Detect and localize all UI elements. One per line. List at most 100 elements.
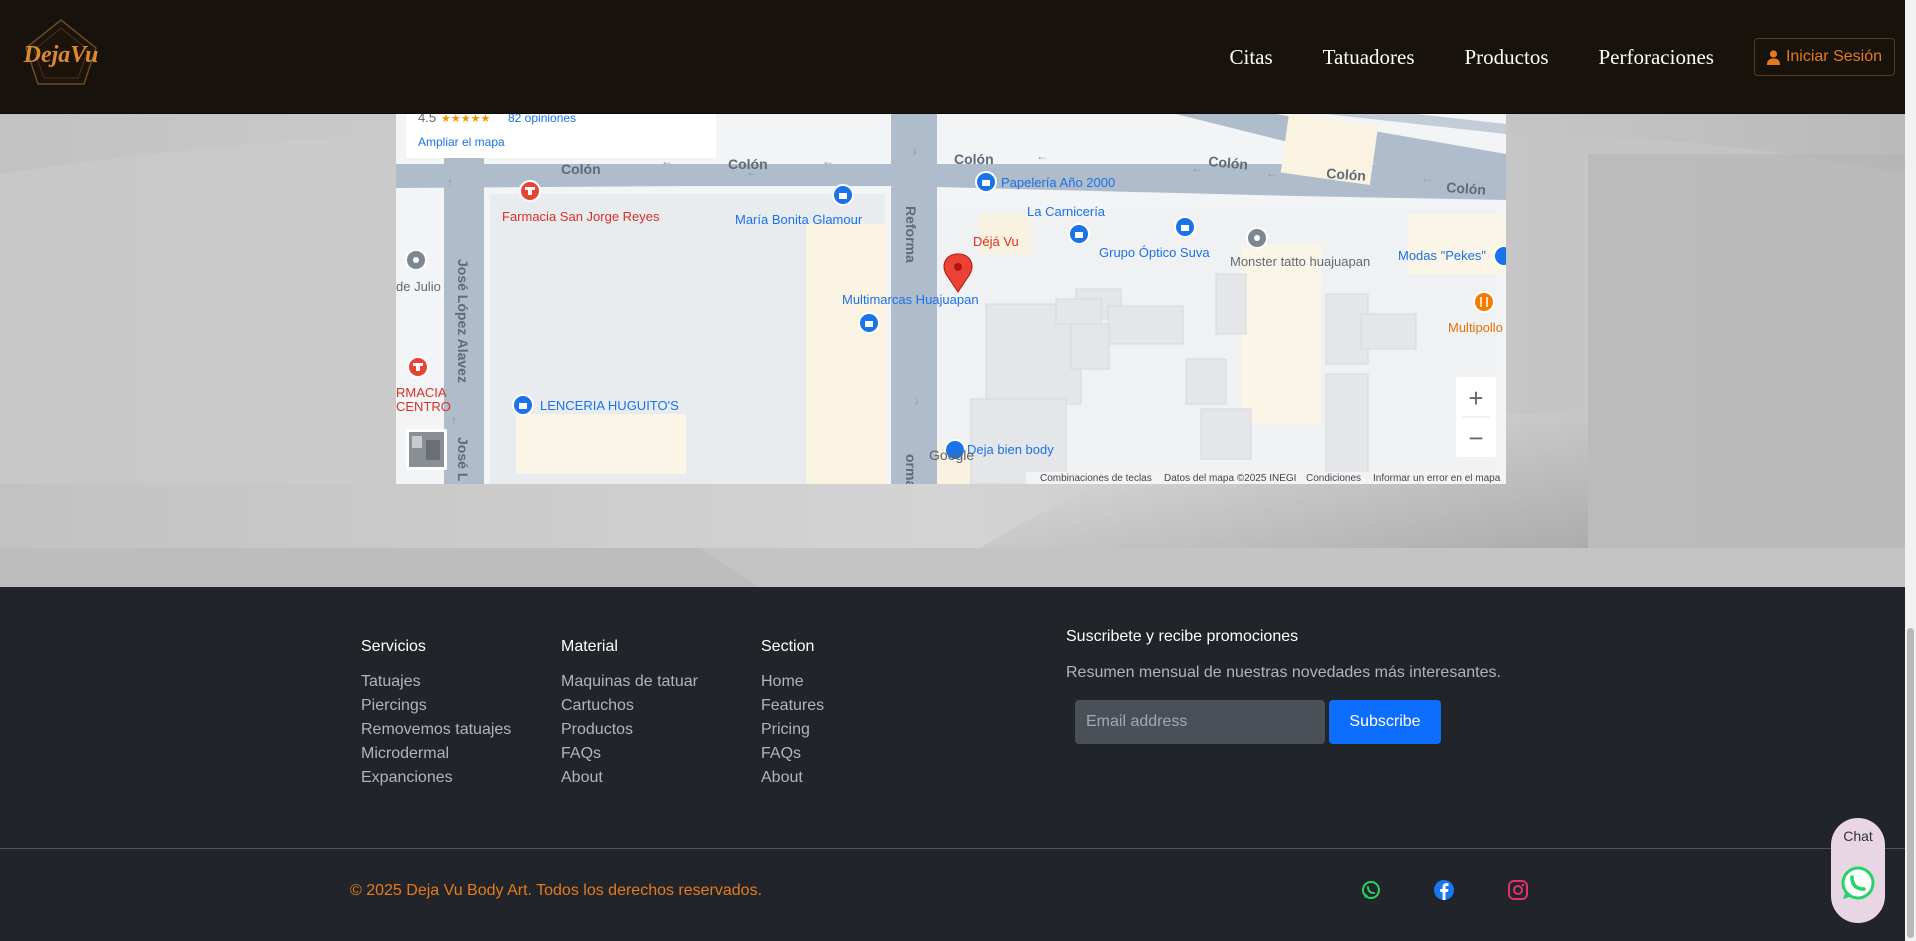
footer-link[interactable]: Piercings bbox=[361, 694, 511, 718]
newsletter: Suscribete y recibe promociones Resumen … bbox=[1066, 628, 1501, 744]
copyright: © 2025 Deja Vu Body Art. Todos los derec… bbox=[350, 882, 763, 899]
map-terms-link[interactable]: Condiciones bbox=[1306, 473, 1361, 484]
svg-text:←: ← bbox=[822, 154, 834, 168]
footer-link[interactable]: FAQs bbox=[761, 742, 824, 766]
logo-text: DejaVu bbox=[23, 42, 99, 68]
shop-pin-icon[interactable] bbox=[975, 171, 997, 193]
navbar: DejaVu Citas Tatuadores Productos Perfor… bbox=[0, 0, 1905, 114]
footer-column-material: Material Maquinas de tatuar Cartuchos Pr… bbox=[561, 638, 698, 790]
svg-text:↓: ↓ bbox=[912, 143, 918, 157]
chat-label: Chat bbox=[1843, 828, 1873, 844]
footer-link[interactable]: Microdermal bbox=[361, 742, 511, 766]
login-label: Iniciar Sesión bbox=[1785, 48, 1882, 65]
map-section: ← ← ← ← ← ← ← ↑ ↑ ↓ ↓ Colón Colón Colón Colón C… bbox=[0, 114, 1905, 587]
footer-link[interactable]: Removemos tatuajes bbox=[361, 718, 511, 742]
pharmacy-pin-icon[interactable] bbox=[407, 356, 429, 378]
scrollbar[interactable] bbox=[1905, 0, 1916, 941]
nav-link-citas[interactable]: Citas bbox=[1230, 45, 1273, 70]
footer-link[interactable]: About bbox=[561, 766, 698, 790]
zoom-controls[interactable]: + − bbox=[1456, 377, 1496, 457]
svg-text:←: ← bbox=[1191, 161, 1203, 175]
shop-pin-icon[interactable] bbox=[512, 394, 534, 416]
svg-text:←: ← bbox=[1036, 149, 1048, 163]
place-label: Papelería Año 2000 bbox=[1001, 175, 1115, 190]
footer-link[interactable]: FAQs bbox=[561, 742, 698, 766]
footer-link[interactable]: Features bbox=[761, 694, 824, 718]
whatsapp-icon[interactable] bbox=[1840, 865, 1876, 901]
street-label: José López Alavez bbox=[455, 259, 471, 383]
map-reviews-link[interactable]: 82 opiniones bbox=[508, 114, 576, 125]
newsletter-title: Suscribete y recibe promociones bbox=[1066, 628, 1299, 645]
footer-link[interactable]: Maquinas de tatuar bbox=[561, 670, 698, 694]
facebook-icon[interactable] bbox=[1433, 879, 1455, 901]
svg-text:★★★★★: ★★★★★ bbox=[441, 114, 490, 125]
place-label: La Carnicería bbox=[1027, 204, 1106, 219]
street-label: de Julio bbox=[396, 279, 441, 294]
place-label: Déjá Vu bbox=[973, 234, 1019, 249]
nav-link-tatuadores[interactable]: Tatuadores bbox=[1323, 45, 1415, 70]
street-label: Colón bbox=[728, 156, 768, 172]
zoom-out-button[interactable]: − bbox=[1468, 423, 1483, 453]
footer-link[interactable]: Productos bbox=[561, 718, 698, 742]
shop-pin-icon[interactable] bbox=[858, 312, 880, 334]
place-label: CENTRO bbox=[396, 399, 451, 414]
map-canvas[interactable]: ← ←← ←← ← ←↑↑ ↓↓ Colón Colón Colón Colón C… bbox=[396, 114, 1506, 484]
shop-pin-icon[interactable] bbox=[1068, 223, 1090, 245]
footer-link[interactable]: Tatuajes bbox=[361, 670, 511, 694]
logo[interactable]: DejaVu bbox=[20, 18, 102, 94]
chat-widget[interactable]: Chat bbox=[1831, 818, 1885, 923]
footer-link[interactable]: Expanciones bbox=[361, 766, 511, 790]
newsletter-description: Resumen mensual de nuestras novedades má… bbox=[1066, 664, 1501, 681]
nav-link-perforaciones[interactable]: Perforaciones bbox=[1599, 45, 1714, 70]
street-label: Colón bbox=[1446, 179, 1487, 198]
nav-link-productos[interactable]: Productos bbox=[1465, 45, 1549, 70]
footer-link[interactable]: Cartuchos bbox=[561, 694, 698, 718]
place-label: Monster tatto huajuapan bbox=[1230, 254, 1370, 269]
user-icon bbox=[1766, 49, 1780, 65]
google-logo: Google bbox=[929, 447, 974, 463]
pharmacy-pin-icon[interactable] bbox=[519, 180, 541, 202]
svg-text:←: ← bbox=[1421, 171, 1433, 185]
footer-link[interactable]: Home bbox=[761, 670, 824, 694]
footer-link[interactable]: About bbox=[761, 766, 824, 790]
footer-link[interactable]: Pricing bbox=[761, 718, 824, 742]
shop-pin-icon[interactable] bbox=[1493, 245, 1506, 267]
subscribe-button[interactable]: Subscribe bbox=[1329, 700, 1441, 744]
restaurant-pin-icon[interactable] bbox=[1473, 291, 1495, 313]
google-map[interactable]: ← ← ← ← ← ← ← ↑ ↑ ↓ ↓ Colón Colón Colón Colón C… bbox=[396, 114, 1506, 484]
footer-column-title: Servicios bbox=[361, 638, 426, 655]
place-label: María Bonita Glamour bbox=[735, 212, 863, 227]
place-pin-icon[interactable] bbox=[405, 249, 427, 271]
place-label: Farmacia San Jorge Reyes bbox=[502, 209, 660, 224]
place-label: Multipollo bbox=[1448, 320, 1503, 335]
street-label: José L bbox=[455, 437, 471, 482]
shop-pin-icon[interactable] bbox=[832, 184, 854, 206]
svg-text:↑: ↑ bbox=[447, 175, 453, 189]
map-enlarge-link[interactable]: Ampliar el mapa bbox=[418, 135, 505, 149]
place-pin-icon[interactable] bbox=[1246, 227, 1268, 249]
whatsapp-icon[interactable] bbox=[1360, 879, 1382, 901]
newsletter-form: Subscribe bbox=[1075, 700, 1501, 744]
street-label: Colón bbox=[954, 151, 994, 167]
login-button[interactable]: Iniciar Sesión bbox=[1753, 38, 1895, 76]
nav-links: Citas Tatuadores Productos Perforaciones… bbox=[1230, 0, 1906, 114]
footer-column-title: Material bbox=[561, 638, 618, 655]
street-label: Colón bbox=[561, 161, 601, 177]
place-label: LENCERIA HUGUITO'S bbox=[540, 398, 679, 413]
place-label: Modas "Pekes" bbox=[1398, 248, 1486, 263]
footer-divider bbox=[0, 848, 1905, 849]
email-field[interactable] bbox=[1075, 700, 1325, 744]
shop-pin-icon[interactable] bbox=[1174, 216, 1196, 238]
scrollbar-thumb[interactable] bbox=[1907, 628, 1914, 938]
svg-text:←: ← bbox=[1266, 166, 1278, 180]
footer-column-title: Section bbox=[761, 638, 815, 655]
map-shortcuts-link[interactable]: Combinaciones de teclas bbox=[1040, 473, 1152, 484]
zoom-in-button[interactable]: + bbox=[1468, 383, 1483, 413]
place-label: Deja bien body bbox=[967, 442, 1054, 457]
footer-column-servicios: Servicios Tatuajes Piercings Removemos t… bbox=[361, 638, 511, 790]
street-view-thumbnail[interactable] bbox=[406, 429, 447, 470]
street-label: orma bbox=[903, 454, 919, 484]
map-data-text: Datos del mapa ©2025 INEGI bbox=[1164, 473, 1296, 484]
instagram-icon[interactable] bbox=[1507, 879, 1529, 901]
map-report-link[interactable]: Informar un error en el mapa bbox=[1373, 473, 1501, 484]
